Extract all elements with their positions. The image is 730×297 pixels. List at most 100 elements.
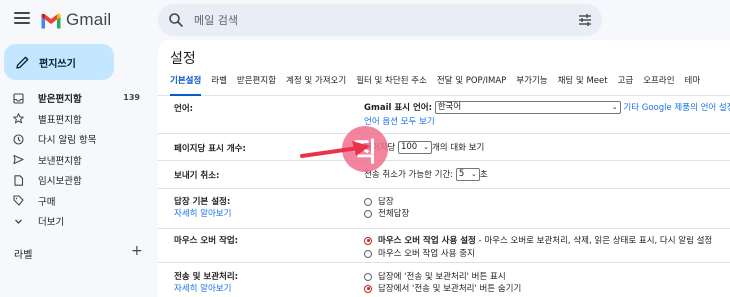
chevron-down-icon [13, 216, 24, 227]
reply-default-setting-row: 답장 기본 설정: 자세히 알아보기 답장 전체답장 [158, 189, 730, 229]
inbox-unread-count: 139 [123, 93, 140, 102]
send-archive-hide-radio[interactable] [364, 284, 372, 293]
sidebar-item-purchases[interactable]: 구매 [0, 191, 150, 212]
hover-actions-enable-description: - 마우스 오버로 보관처리, 삭제, 읽은 상태로 표시, 다시 알림 설정 [475, 236, 713, 246]
sidebar-item-label: 더보기 [38, 217, 65, 229]
hover-actions-label: 마우스 오버 작업: [174, 236, 239, 246]
language-label: 언어: [174, 104, 194, 114]
sidebar-item-label: 다시 알림 항목 [38, 135, 97, 147]
reply-radio[interactable] [364, 197, 372, 206]
send-archive-show-radio[interactable] [364, 272, 372, 281]
sidebar-item-snoozed[interactable]: 다시 알림 항목 [0, 129, 150, 150]
tab-filters[interactable]: 필터 및 차단된 주소 [356, 74, 427, 96]
hover-actions-enable-radio[interactable] [364, 236, 372, 245]
undo-send-suffix: 초 [479, 170, 488, 180]
tab-addons[interactable]: 부가기능 [516, 74, 547, 96]
tab-labels[interactable]: 라벨 [211, 74, 227, 96]
search-options-icon[interactable] [578, 13, 592, 27]
reply-default-learn-more-link[interactable]: 자세히 알아보기 [174, 207, 231, 219]
display-language-select[interactable]: 한국어 ⌄ [434, 101, 621, 114]
tab-advanced[interactable]: 고급 [618, 74, 634, 96]
send-archive-show-label: 답장에 '전송 및 보관처리' 버튼 표시 [378, 272, 506, 282]
search-icon[interactable] [168, 12, 184, 28]
send-archive-label: 전송 및 보관처리: [174, 272, 239, 282]
tab-forwarding[interactable]: 전달 및 POP/IMAP [437, 74, 506, 96]
hover-actions-disable-radio[interactable] [364, 249, 372, 258]
settings-panel: 설정 기본설정 라벨 받은편지함 계정 및 가져오기 필터 및 차단된 주소 전… [158, 40, 730, 297]
search-bar[interactable] [158, 4, 602, 36]
gmail-logo[interactable]: Gmail [40, 8, 111, 32]
undo-send-label: 보내기 취소: [174, 171, 220, 181]
sidebar-item-label: 임시보관함 [38, 176, 82, 188]
page-size-setting-row: 페이지당 표시 개수: 페이지당 100⌄개의 대화 보기 [158, 134, 730, 161]
gmail-app: Gmail 편지쓰기 받은편지함 [0, 0, 730, 297]
send-archive-learn-more-link[interactable]: 자세히 알아보기 [174, 282, 231, 294]
dropdown-arrow-icon: ⌄ [611, 103, 618, 111]
other-products-language-link[interactable]: 기타 Google 제품의 언어 설정 변경 [623, 103, 730, 113]
hover-actions-enable-option[interactable]: 마우스 오버 작업 사용 설정 - 마우스 오버로 보관처리, 삭제, 읽은 상… [364, 234, 712, 246]
hover-actions-disable-label: 마우스 오버 작업 사용 중지 [378, 249, 475, 259]
send-archive-show-option[interactable]: 답장에 '전송 및 보관처리' 버튼 표시 [364, 270, 506, 282]
undo-send-select[interactable]: 5 ⌄ [455, 168, 480, 181]
dropdown-arrow-icon: ⌄ [423, 143, 429, 151]
page-size-select[interactable]: 100 ⌄ [397, 141, 432, 154]
language-setting-row: 언어: Gmail 표시 언어: 한국어 ⌄ 기타 Google 제품의 언어 설… [158, 96, 730, 134]
tab-offline[interactable]: 오프라인 [643, 74, 674, 96]
reply-option[interactable]: 답장 [364, 195, 394, 207]
send-archive-hide-label: 답장에서 '전송 및 보관처리' 버튼 숨기기 [378, 284, 522, 294]
tag-icon [13, 195, 24, 206]
undo-send-prefix: 전송 취소가 가능한 기간: [364, 170, 454, 180]
reply-all-option[interactable]: 전체답장 [364, 207, 409, 219]
dropdown-arrow-icon: ⌄ [471, 170, 477, 178]
labels-heading: 라벨 [14, 250, 33, 261]
display-language-value: 한국어 [437, 102, 462, 112]
tab-accounts[interactable]: 계정 및 가져오기 [286, 74, 346, 96]
page-title: 설정 [170, 51, 196, 67]
reply-option-label: 답장 [378, 197, 394, 207]
settings-tabs: 기본설정 라벨 받은편지함 계정 및 가져오기 필터 및 차단된 주소 전달 및… [158, 74, 730, 96]
sidebar-item-label: 보낸편지함 [38, 155, 82, 167]
sidebar-item-inbox[interactable]: 받은편지함 139 [0, 88, 150, 109]
compose-label: 편지쓰기 [39, 58, 76, 70]
tab-themes[interactable]: 테마 [685, 74, 701, 96]
send-archive-setting-row: 전송 및 보관처리: 자세히 알아보기 답장에 '전송 및 보관처리' 버튼 표… [158, 263, 730, 297]
page-size-current: 100 [400, 142, 418, 152]
display-language-label: Gmail 표시 언어: [364, 103, 432, 113]
top-bar: Gmail [0, 0, 730, 40]
add-label-button[interactable]: + [131, 244, 143, 258]
annotation-arrow-icon [300, 141, 370, 158]
page-size-label: 페이지당 표시 개수: [174, 144, 246, 154]
sidebar-item-more[interactable]: 더보기 [0, 211, 150, 232]
reply-all-radio[interactable] [364, 209, 372, 218]
tab-inbox[interactable]: 받은편지함 [237, 74, 276, 96]
tab-general[interactable]: 기본설정 [170, 74, 202, 96]
draft-icon [13, 175, 24, 186]
all-language-options-link[interactable]: 언어 옵션 모두 보기 [364, 115, 435, 127]
undo-send-setting-row: 보내기 취소: 전송 취소가 가능한 기간: 5 ⌄ 초 [158, 161, 730, 189]
undo-send-current: 5 [458, 169, 465, 179]
sidebar-item-sent[interactable]: 보낸편지함 [0, 150, 150, 171]
gmail-m-icon [41, 12, 61, 28]
sidebar-item-label: 구매 [38, 196, 56, 208]
search-input[interactable] [194, 10, 554, 30]
reply-default-label: 답장 기본 설정: [174, 197, 231, 207]
gmail-logo-text: Gmail [66, 10, 112, 29]
main-menu-icon[interactable] [14, 12, 30, 26]
sidebar-item-label: 받은편지함 [38, 94, 82, 106]
pencil-icon [16, 56, 29, 69]
send-archive-hide-option[interactable]: 답장에서 '전송 및 보관처리' 버튼 숨기기 [364, 282, 521, 294]
sidebar-item-label: 별표편지함 [38, 114, 82, 126]
compose-button[interactable]: 편지쓰기 [4, 44, 114, 80]
sidebar-item-starred[interactable]: 별표편지함 [0, 109, 150, 130]
undo-send-value: 전송 취소가 가능한 기간: 5 ⌄ 초 [364, 168, 488, 181]
hover-actions-enable-label: 마우스 오버 작업 사용 설정 [378, 236, 476, 246]
tab-chat-meet[interactable]: 채팅 및 Meet [558, 74, 608, 96]
reply-all-option-label: 전체답장 [378, 209, 410, 219]
sidebar-nav: 받은편지함 139 별표편지함 다시 알림 항목 보낸편지함 임시보관함 구매 … [0, 88, 150, 232]
hover-actions-setting-row: 마우스 오버 작업: 마우스 오버 작업 사용 설정 - 마우스 오버로 보관처… [158, 229, 730, 263]
clock-icon [13, 134, 24, 145]
page-size-suffix: 개의 대화 보기 [431, 143, 485, 153]
hover-actions-disable-option[interactable]: 마우스 오버 작업 사용 중지 [364, 247, 475, 259]
sidebar-item-drafts[interactable]: 임시보관함 [0, 170, 150, 191]
language-value: Gmail 표시 언어: 한국어 ⌄ 기타 Google 제품의 언어 설정 변경 [364, 101, 730, 114]
